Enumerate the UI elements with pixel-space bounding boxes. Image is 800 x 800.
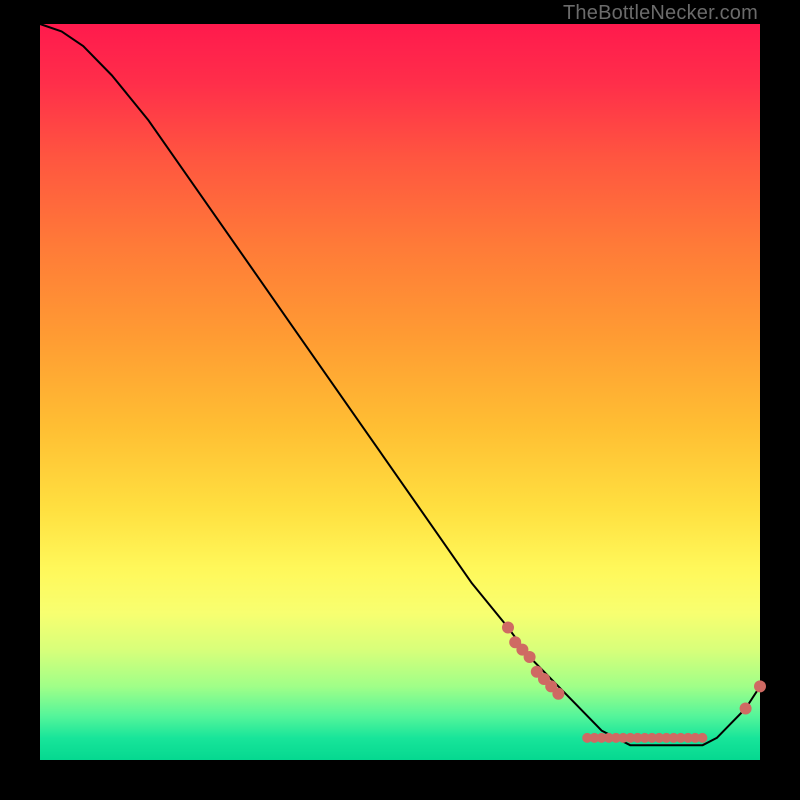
watermark-text: TheBottleNecker.com xyxy=(563,2,758,25)
series-curve xyxy=(40,24,760,745)
marker-cluster-rising xyxy=(740,703,752,715)
chart-overlay-svg xyxy=(40,24,760,760)
chart-frame: TheBottleNecker.com xyxy=(0,0,800,800)
marker-cluster-rising xyxy=(754,680,766,692)
marker-cluster-descending xyxy=(552,688,564,700)
marker-cluster-descending xyxy=(502,622,514,634)
marker-cluster-bottom xyxy=(697,733,707,743)
marker-cluster-descending xyxy=(524,651,536,663)
